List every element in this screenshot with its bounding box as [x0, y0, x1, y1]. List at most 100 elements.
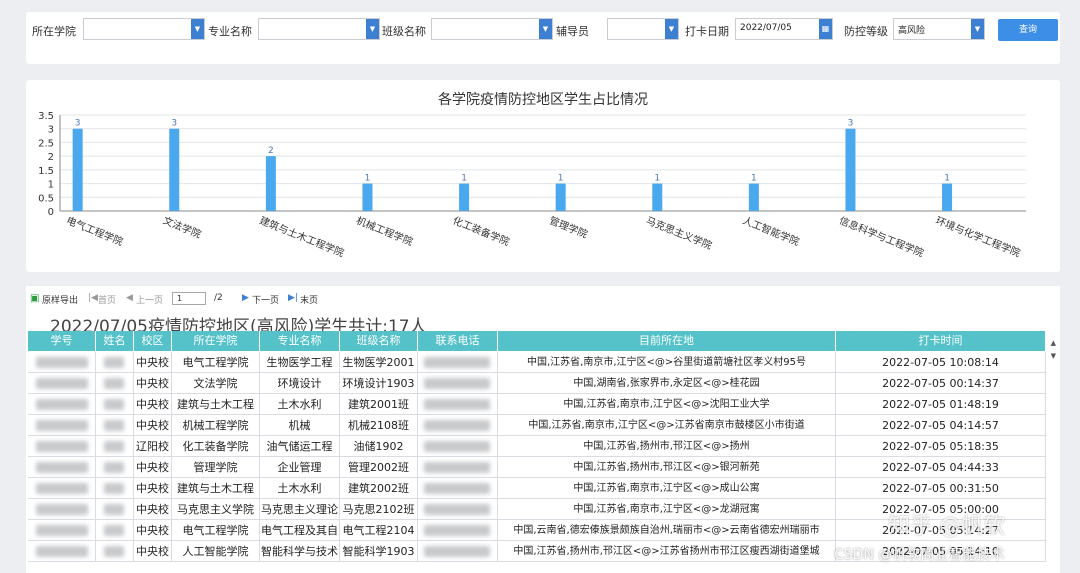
- date-label: 打卡日期: [685, 25, 729, 38]
- redacted-cell: [28, 436, 96, 457]
- next-page-icon[interactable]: ▶: [242, 293, 249, 303]
- scroll-up-icon[interactable]: ▲: [1051, 339, 1056, 347]
- cell-class: 机械2108班: [340, 415, 418, 436]
- redacted-cell: [96, 373, 134, 394]
- chevron-down-icon[interactable]: ▼: [191, 19, 204, 39]
- last-page-button[interactable]: 末页: [300, 293, 318, 306]
- cell-major: 电气工程及其自: [260, 520, 340, 541]
- redaction-blur: [424, 378, 490, 389]
- redaction-blur: [36, 462, 88, 473]
- redacted-cell: [418, 415, 498, 436]
- export-icon[interactable]: ▣: [30, 293, 39, 304]
- last-page-icon[interactable]: ▶|: [288, 293, 298, 303]
- zhihu-watermark: 知乎 @帆软: [888, 514, 1005, 539]
- table-row: 中央校 建筑与土木工程 土木水利 建筑2001班 中国,江苏省,南京市,江宁区<@>沈阳…: [28, 394, 1046, 415]
- counselor-select[interactable]: ▼: [607, 18, 679, 40]
- bar: [748, 183, 759, 211]
- redaction-blur: [36, 483, 88, 494]
- level-value: 高风险: [898, 26, 926, 36]
- cell-class: 建筑2001班: [340, 394, 418, 415]
- table-row: 辽阳校 化工装备学院 油气储运工程 油储1902 中国,江苏省,扬州市,邗江区<@>扬州…: [28, 436, 1046, 457]
- col-checkin-time: 打卡时间: [836, 331, 1046, 351]
- redaction-blur: [104, 357, 124, 368]
- page-number-input[interactable]: 1: [172, 292, 206, 305]
- redacted-cell: [96, 352, 134, 373]
- export-button[interactable]: 原样导出: [42, 293, 78, 306]
- redaction-blur: [36, 420, 88, 431]
- redacted-cell: [96, 541, 134, 562]
- redacted-cell: [418, 499, 498, 520]
- cell-campus: 中央校: [134, 520, 172, 541]
- scroll-down-icon[interactable]: ▼: [1051, 352, 1056, 360]
- y-tick-label: 1.5: [38, 166, 54, 177]
- cell-major: 土木水利: [260, 394, 340, 415]
- bar: [169, 128, 180, 211]
- cell-campus: 辽阳校: [134, 436, 172, 457]
- redaction-blur: [104, 504, 124, 515]
- redaction-blur: [424, 420, 490, 431]
- redacted-cell: [418, 457, 498, 478]
- redaction-blur: [424, 441, 490, 452]
- redaction-blur: [104, 441, 124, 452]
- level-select[interactable]: 高风险 ▼: [893, 18, 985, 40]
- class-select[interactable]: ▼: [431, 18, 553, 40]
- cell-location: 中国,江苏省,南京市,江宁区<@>成山公寓: [498, 478, 836, 499]
- prev-page-button[interactable]: 上一页: [136, 293, 163, 306]
- cell-location: 中国,湖南省,张家界市,永定区<@>桂花园: [498, 373, 836, 394]
- redaction-blur: [104, 483, 124, 494]
- redacted-cell: [96, 436, 134, 457]
- cell-college: 电气工程学院: [172, 520, 260, 541]
- chevron-down-icon[interactable]: ▼: [539, 19, 552, 39]
- cell-class: 建筑2002班: [340, 478, 418, 499]
- college-label: 所在学院: [32, 25, 76, 38]
- cell-location: 中国,云南省,德宏傣族景颇族自治州,瑞丽市<@>云南省德宏州瑞丽市: [498, 520, 836, 541]
- query-button[interactable]: 查询: [998, 19, 1058, 41]
- cell-time: 2022-07-05 01:48:19: [836, 394, 1046, 415]
- col-class: 班级名称: [340, 331, 418, 351]
- next-page-button[interactable]: 下一页: [252, 293, 279, 306]
- redacted-cell: [96, 499, 134, 520]
- major-label: 专业名称: [208, 25, 252, 38]
- redaction-blur: [36, 546, 88, 557]
- cell-campus: 中央校: [134, 415, 172, 436]
- chevron-down-icon[interactable]: ▼: [366, 19, 379, 39]
- bar: [459, 183, 470, 211]
- bar-value-label: 1: [751, 174, 757, 184]
- y-tick-label: 2.5: [38, 138, 54, 149]
- x-tick-label: 管理学院: [548, 214, 590, 241]
- redacted-cell: [28, 415, 96, 436]
- cell-location: 中国,江苏省,南京市,江宁区<@>江苏省南京市鼓楼区小市街道: [498, 415, 836, 436]
- cell-location: 中国,江苏省,南京市,江宁区<@>谷里街道箭塘社区孝义村95号: [498, 352, 836, 373]
- cell-class: 智能科学1903: [340, 541, 418, 562]
- bar-value-label: 1: [365, 174, 371, 184]
- calendar-icon[interactable]: ▦: [819, 19, 832, 39]
- redaction-blur: [36, 378, 88, 389]
- cell-college: 管理学院: [172, 457, 260, 478]
- chevron-down-icon[interactable]: ▼: [665, 19, 678, 39]
- bar-value-label: 1: [461, 174, 467, 184]
- x-tick-label: 化工装备学院: [451, 214, 512, 249]
- csdn-watermark: CSDN @帆软商业智能技术: [834, 547, 1005, 563]
- col-major: 专业名称: [260, 331, 340, 351]
- date-input[interactable]: 2022/07/05 ▦: [735, 18, 833, 40]
- first-page-icon[interactable]: |◀: [88, 293, 98, 303]
- redacted-cell: [28, 520, 96, 541]
- cell-college: 建筑与土木工程: [172, 394, 260, 415]
- bar: [555, 183, 566, 211]
- cell-time: 2022-07-05 05:18:35: [836, 436, 1046, 457]
- x-tick-label: 文法学院: [161, 214, 203, 241]
- first-page-button[interactable]: 首页: [98, 293, 116, 306]
- redaction-blur: [104, 462, 124, 473]
- prev-page-icon[interactable]: ◀: [126, 293, 133, 303]
- table-row: 中央校 建筑与土木工程 土木水利 建筑2002班 中国,江苏省,南京市,江宁区<@>成山…: [28, 478, 1046, 499]
- bar: [845, 128, 856, 211]
- bar-value-label: 3: [848, 119, 854, 129]
- bar: [362, 183, 373, 211]
- x-tick-label: 机械工程学院: [354, 214, 415, 249]
- page-total: /2: [214, 293, 223, 303]
- major-select[interactable]: ▼: [258, 18, 380, 40]
- chevron-down-icon[interactable]: ▼: [971, 19, 984, 39]
- cell-campus: 中央校: [134, 373, 172, 394]
- cell-location: 中国,江苏省,扬州市,邗江区<@>江苏省扬州市邗江区瘦西湖街道堡城: [498, 541, 836, 562]
- college-select[interactable]: ▼: [83, 18, 205, 40]
